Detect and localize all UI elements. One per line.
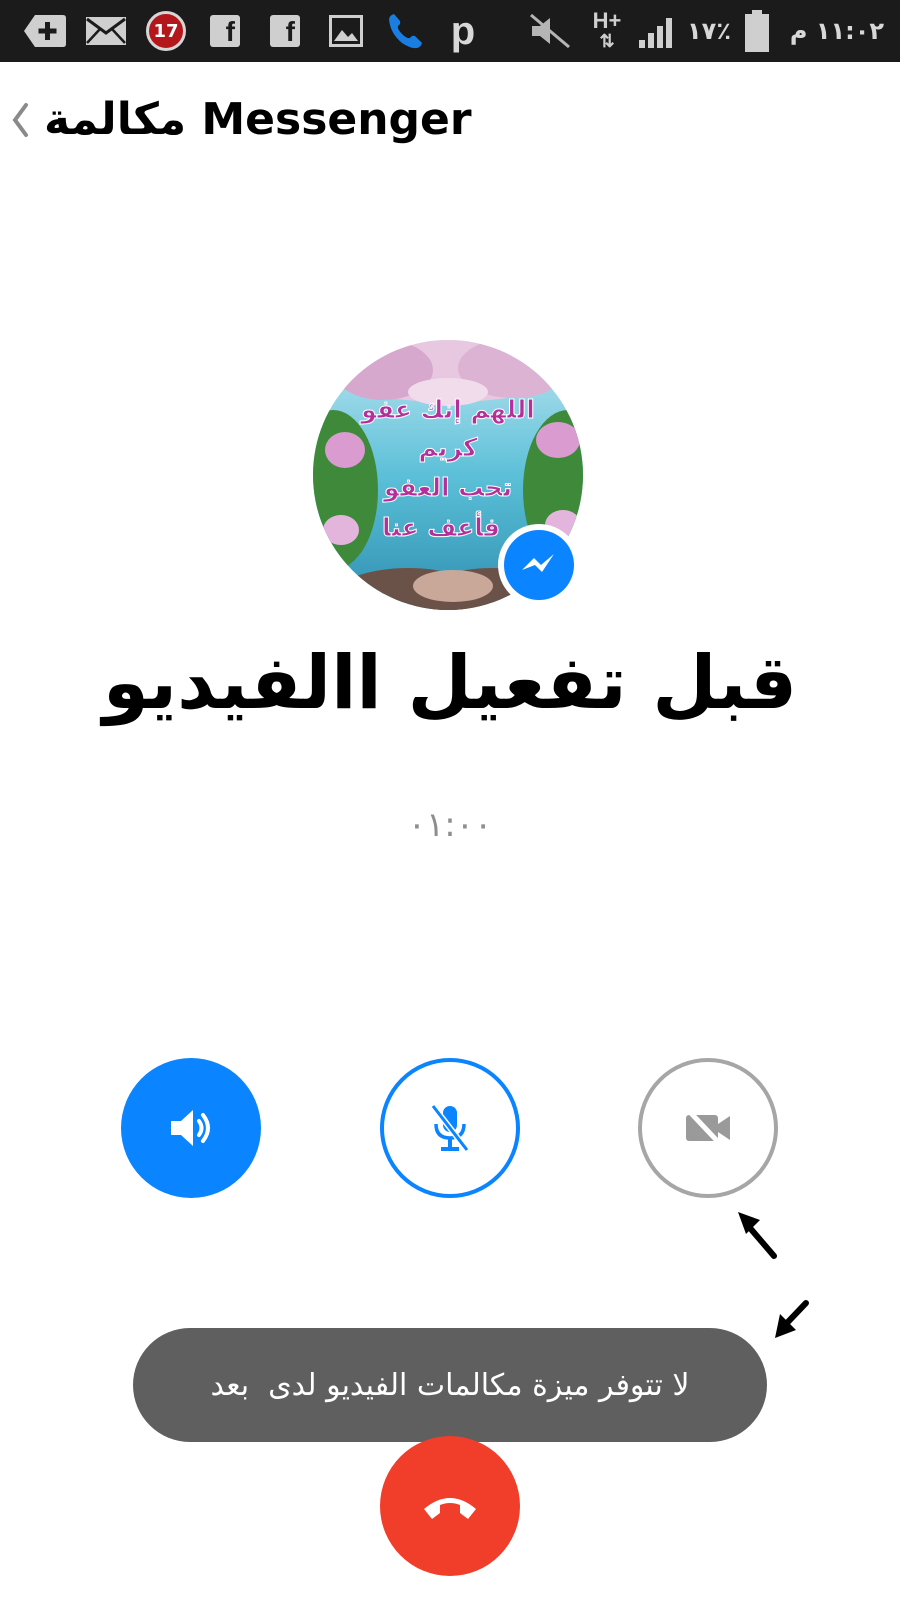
notification-badge-icon: 17 xyxy=(144,8,188,54)
network-hplus-icon: H+ ⇅ xyxy=(590,8,624,54)
battery-percent: ١٧٪ xyxy=(687,17,731,45)
phone-icon xyxy=(384,8,426,54)
hang-up-icon xyxy=(424,1498,476,1519)
status-time: ١١:٠٢ م xyxy=(789,17,885,45)
messenger-icon xyxy=(522,554,554,572)
gallery-icon xyxy=(326,8,366,54)
back-button[interactable] xyxy=(6,96,34,144)
signal-icon xyxy=(636,8,680,54)
end-call-button[interactable] xyxy=(380,1436,520,1576)
video-toggle-button[interactable] xyxy=(638,1058,778,1198)
microphone-off-icon xyxy=(430,1104,470,1152)
avatar-text-line-3: تحب العفو xyxy=(382,473,512,503)
avatar-text-line-2: كريم xyxy=(418,433,478,463)
chevron-left-icon xyxy=(12,103,28,137)
mail-icon xyxy=(84,8,128,54)
facebook-icon: f xyxy=(268,8,302,54)
arrows-updown-icon: ⇅ xyxy=(599,31,615,51)
annotation-arrow-icon xyxy=(738,1212,777,1259)
mute-icon xyxy=(528,8,572,54)
p-app-icon: p xyxy=(450,8,476,53)
facebook-icon: f xyxy=(208,8,242,54)
network-type-label: H+ xyxy=(592,8,622,33)
speaker-icon xyxy=(171,1110,210,1146)
notification-count: 17 xyxy=(146,11,186,51)
caller-name: قبل تفعيل االفيديو xyxy=(102,640,798,726)
status-bar: 17 f f p H+ ⇅ ١٧٪ ١١:٠٢ م xyxy=(0,0,900,62)
add-box-icon xyxy=(22,8,68,54)
speaker-button[interactable] xyxy=(121,1058,261,1198)
mute-button[interactable] xyxy=(380,1058,520,1198)
call-timer: ٠١:٠٠ xyxy=(407,805,493,845)
avatar-text-line-1: اللهم إنك عفو xyxy=(359,395,535,425)
toast-message: لا تتوفر ميزة مكالمات الفيديو لدى بعد xyxy=(133,1328,767,1442)
avatar-text-line-4: فأعف عنا xyxy=(382,511,500,542)
video-off-icon xyxy=(686,1108,730,1148)
annotation-arrow-icon xyxy=(775,1300,809,1338)
messenger-badge xyxy=(498,524,580,606)
page-title: مكالمة Messenger xyxy=(44,93,472,145)
battery-icon xyxy=(742,8,772,54)
